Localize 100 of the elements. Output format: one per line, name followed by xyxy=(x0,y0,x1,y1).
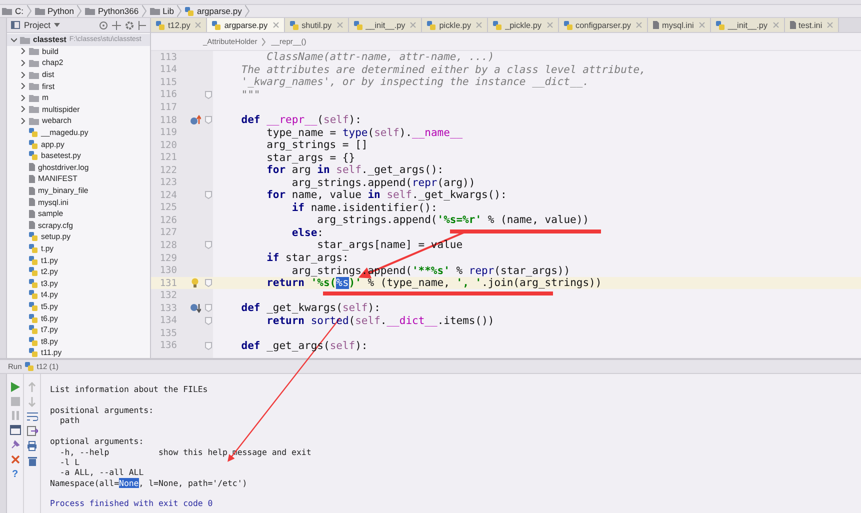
breadcrumb-item[interactable]: argparse.py xyxy=(184,6,242,16)
close-icon[interactable] xyxy=(476,22,482,28)
pause-icon[interactable] xyxy=(10,411,20,420)
line-number: 121 xyxy=(158,152,177,164)
fold-marker-icon[interactable] xyxy=(204,116,212,124)
line-number: 118 xyxy=(158,114,177,126)
fold-marker-icon[interactable] xyxy=(204,316,212,325)
fold-marker-icon[interactable] xyxy=(204,342,212,350)
print-icon[interactable] xyxy=(27,441,37,451)
run-icon[interactable] xyxy=(10,382,20,392)
down-arrow-icon[interactable] xyxy=(28,397,36,407)
breadcrumb-item[interactable]: Python366 xyxy=(84,6,139,16)
chevron-icon[interactable] xyxy=(20,48,26,54)
separator-icon xyxy=(26,5,32,17)
chevron-icon[interactable] xyxy=(20,106,26,112)
editor-tab[interactable]: mysql.ini xyxy=(648,18,711,32)
close-icon[interactable] xyxy=(410,22,416,28)
dropdown-icon[interactable] xyxy=(54,23,60,27)
close-icon[interactable] xyxy=(827,22,834,28)
line-number: 123 xyxy=(158,177,177,188)
hide-icon[interactable] xyxy=(138,20,146,30)
line-number: 135 xyxy=(158,328,177,339)
python-file-icon xyxy=(290,20,299,30)
close-icon[interactable] xyxy=(10,455,20,464)
stop-icon[interactable] xyxy=(10,397,20,406)
line-number: 120 xyxy=(158,140,177,151)
editor-tab[interactable]: pickle.py xyxy=(422,18,488,32)
chevron-icon[interactable] xyxy=(20,60,26,66)
export-icon[interactable] xyxy=(26,426,38,436)
close-icon[interactable] xyxy=(772,22,778,28)
close-icon[interactable] xyxy=(698,22,705,28)
up-arrow-icon[interactable] xyxy=(28,382,36,392)
fold-marker-icon[interactable] xyxy=(204,90,212,99)
bulb-icon[interactable] xyxy=(191,278,199,288)
code-line: else: xyxy=(290,226,324,239)
close-icon[interactable] xyxy=(636,22,642,28)
python-file-icon xyxy=(493,20,502,30)
folder-icon xyxy=(2,7,12,15)
chevron-icon[interactable] xyxy=(20,83,26,90)
implemented-marker-icon[interactable] xyxy=(190,303,200,314)
line-number: 125 xyxy=(158,202,177,214)
code-line: def _get_kwargs(self): xyxy=(240,302,380,314)
code-line: for arg in self._get_args(): xyxy=(266,164,444,176)
editor-tab[interactable]: test.ini xyxy=(784,18,840,32)
chevron-icon[interactable] xyxy=(20,72,26,78)
line-number: 114 xyxy=(158,64,177,76)
chevron-icon[interactable] xyxy=(20,94,26,101)
trash-icon[interactable] xyxy=(28,456,36,466)
line-number: 133 xyxy=(158,302,177,314)
close-icon[interactable] xyxy=(195,22,202,28)
console-line: List information about the FILEs xyxy=(50,384,208,394)
line-number: 116 xyxy=(158,89,177,100)
close-icon[interactable] xyxy=(336,22,343,28)
layout-icon[interactable] xyxy=(10,425,20,435)
line-number: 117 xyxy=(158,102,177,113)
help-button[interactable]: ? xyxy=(12,469,18,480)
override-marker-icon[interactable] xyxy=(190,115,200,125)
settings-icon[interactable] xyxy=(125,20,134,30)
fold-marker-icon[interactable] xyxy=(204,241,212,250)
editor-tab[interactable]: configparser.py xyxy=(558,18,648,32)
close-icon[interactable] xyxy=(272,22,279,28)
python-file-icon xyxy=(354,20,363,30)
python-file-icon xyxy=(29,256,38,265)
code-line: if star_args: xyxy=(266,252,349,264)
editor-tab[interactable]: __init__.py xyxy=(348,18,422,32)
chevron-icon[interactable] xyxy=(20,118,26,124)
fold-marker-icon[interactable] xyxy=(204,191,212,200)
chevron-icon[interactable] xyxy=(11,36,17,43)
editor-tab[interactable]: _pickle.py xyxy=(488,18,558,32)
console-line: -l L xyxy=(58,456,80,467)
code-line: star_args[name] = value xyxy=(316,239,463,252)
python-file-icon xyxy=(156,20,165,30)
python-file-icon xyxy=(29,302,38,311)
python-file-icon xyxy=(29,278,38,288)
breadcrumb-item[interactable]: Python xyxy=(34,6,74,16)
collapse-icon[interactable] xyxy=(112,20,121,30)
python-file-icon xyxy=(427,20,436,30)
file-icon xyxy=(790,21,796,29)
line-number: 131 xyxy=(158,278,177,289)
close-icon[interactable] xyxy=(546,22,552,28)
editor-tab[interactable]: __init__.py xyxy=(710,18,784,32)
code-line: for name, value in self._get_kwargs(): xyxy=(266,189,507,202)
project-icon xyxy=(11,21,20,29)
editor-tab[interactable]: shutil.py xyxy=(284,18,349,32)
breadcrumb-item[interactable]: C: xyxy=(2,6,24,16)
target-icon[interactable] xyxy=(99,20,108,30)
console-line: Namespace(all=None, l=None, path='/etc') xyxy=(50,478,248,488)
breadcrumb-item[interactable]: Lib xyxy=(150,6,174,16)
folder-icon xyxy=(84,7,95,15)
fold-marker-icon[interactable] xyxy=(204,304,212,312)
editor-tab[interactable]: t12.py xyxy=(151,18,208,32)
fold-marker-icon[interactable] xyxy=(204,279,212,288)
editor-tab[interactable]: argparse.py xyxy=(207,18,285,32)
code-line: """ xyxy=(240,88,260,101)
wrap-icon[interactable] xyxy=(26,412,38,421)
python-file-icon xyxy=(212,20,222,30)
code-line: if name.isidentifier(): xyxy=(290,202,438,214)
code-line: star_args = {} xyxy=(266,152,356,164)
pin-icon[interactable] xyxy=(10,440,20,450)
python-file-icon xyxy=(29,267,38,276)
